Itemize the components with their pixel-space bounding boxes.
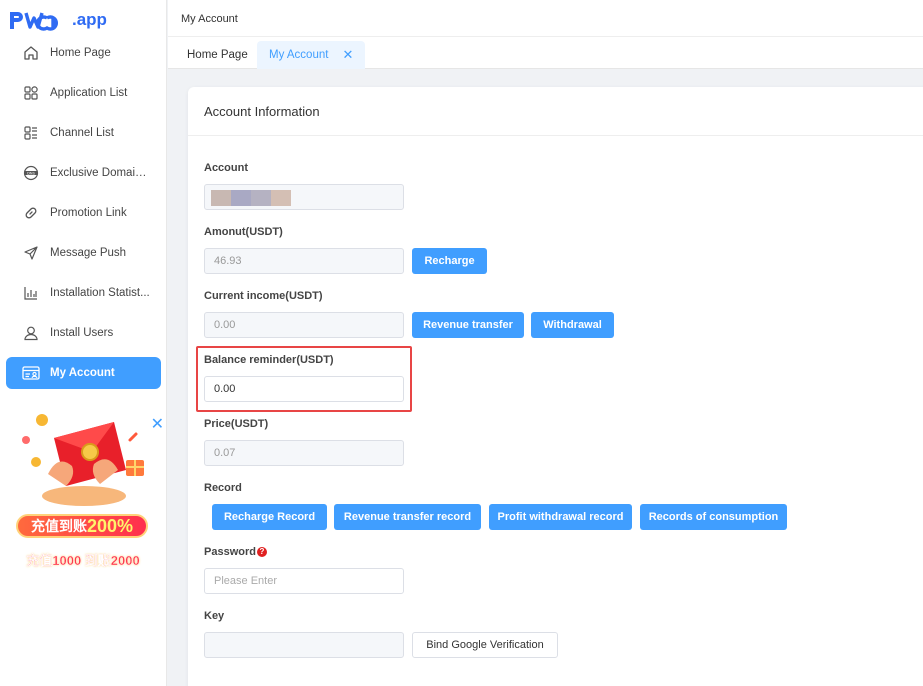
tab-my-account[interactable]: My Account ✕ (257, 41, 366, 69)
divider (188, 135, 923, 136)
key-field (204, 632, 404, 658)
tab-home-page[interactable]: Home Page (175, 41, 260, 69)
sidebar-item-home-page[interactable]: Home Page (6, 37, 161, 69)
user-icon (22, 324, 40, 342)
sidebar-item-label: Message Push (50, 247, 127, 259)
account-field (204, 184, 404, 210)
svg-text:DNS: DNS (27, 171, 35, 175)
tabs-bar: Home Page My Account ✕ (168, 37, 923, 69)
link-icon (22, 204, 40, 222)
page-title: My Account (181, 13, 238, 25)
ad-headline: 充值到账 200% (16, 514, 148, 538)
bind-google-verification-button[interactable]: Bind Google Verification (412, 632, 558, 658)
account-card-icon (22, 364, 40, 382)
brand-suffix: .app (72, 10, 107, 29)
pwa-logo-icon (10, 12, 58, 31)
price-field: 0.07 (204, 440, 404, 466)
help-icon[interactable]: ? (256, 547, 267, 558)
balance-reminder-label: Balance reminder(USDT) (204, 354, 334, 366)
sidebar-item-message-push[interactable]: Message Push (6, 237, 161, 269)
amount-label: Amonut(USDT) (204, 226, 283, 238)
bar-chart-icon (22, 284, 40, 302)
price-label: Price(USDT) (204, 418, 269, 430)
tab-label: Home Page (187, 49, 248, 61)
sidebar-item-application-list[interactable]: Application List (6, 77, 161, 109)
grid-icon (22, 84, 40, 102)
record-label: Record (204, 482, 242, 494)
profit-withdrawal-record-button[interactable]: Profit withdrawal record (489, 504, 632, 530)
sidebar-item-installation-statistics[interactable]: Installation Statist... (6, 277, 161, 309)
sidebar-item-label: Channel List (50, 127, 114, 139)
sidebar-item-install-users[interactable]: Install Users (6, 317, 161, 349)
sidebar-item-label: Exclusive Domain... (50, 167, 150, 179)
card-title: Account Information (204, 104, 320, 119)
recharge-button[interactable]: Recharge (412, 248, 487, 274)
sidebar-item-label: Promotion Link (50, 207, 127, 219)
redacted-block (251, 190, 271, 206)
sidebar: .app Home Page Application List Channel … (0, 0, 167, 686)
revenue-transfer-button[interactable]: Revenue transfer (412, 312, 524, 338)
home-icon (22, 44, 40, 62)
key-label: Key (204, 610, 225, 622)
promo-ad[interactable]: ✕ 充值到账 200% 充值1000 到账2000 (14, 410, 164, 580)
sidebar-item-channel-list[interactable]: Channel List (6, 117, 161, 149)
sidebar-nav: Home Page Application List Channel List … (6, 37, 161, 397)
balance-reminder-input[interactable]: 0.00 (204, 376, 404, 402)
sidebar-item-label: Install Users (50, 327, 114, 339)
tab-close-icon[interactable]: ✕ (342, 47, 353, 63)
dns-globe-icon: DNS (22, 164, 40, 182)
top-header: My Account (168, 0, 923, 37)
sidebar-item-my-account[interactable]: My Account (6, 357, 161, 389)
recharge-record-button[interactable]: Recharge Record (212, 504, 327, 530)
amount-field: 46.93 (204, 248, 404, 274)
sidebar-item-label: Installation Statist... (50, 287, 150, 299)
password-input[interactable]: Please Enter (204, 568, 404, 594)
redacted-block (231, 190, 251, 206)
withdrawal-button[interactable]: Withdrawal (531, 312, 614, 338)
redacted-block (211, 190, 231, 206)
password-label-text: Password (204, 546, 256, 558)
ad-headline-percent: 200% (86, 515, 134, 536)
sidebar-item-label: Home Page (50, 47, 111, 59)
tab-label: My Account (269, 49, 329, 61)
password-label: Password? (204, 546, 267, 558)
red-envelope-gift-icon (22, 414, 144, 506)
ad-headline-prefix: 充值到账 (30, 518, 87, 534)
list-icon (22, 124, 40, 142)
sidebar-item-promotion-link[interactable]: Promotion Link (6, 197, 161, 229)
send-icon (22, 244, 40, 262)
revenue-transfer-record-button[interactable]: Revenue transfer record (334, 504, 481, 530)
account-info-card: Account Information Account Amonut(USDT)… (188, 87, 923, 686)
income-label: Current income(USDT) (204, 290, 323, 302)
sidebar-item-label: Application List (50, 87, 128, 99)
sidebar-item-exclusive-domain[interactable]: DNS Exclusive Domain... (6, 157, 161, 189)
account-label: Account (204, 162, 248, 174)
sidebar-item-label: My Account (50, 367, 115, 379)
redacted-block (271, 190, 291, 206)
records-of-consumption-button[interactable]: Records of consumption (640, 504, 787, 530)
ad-subline: 充值1000 到账2000 (26, 553, 140, 568)
income-field: 0.00 (204, 312, 404, 338)
brand-logo[interactable]: .app (8, 8, 107, 32)
